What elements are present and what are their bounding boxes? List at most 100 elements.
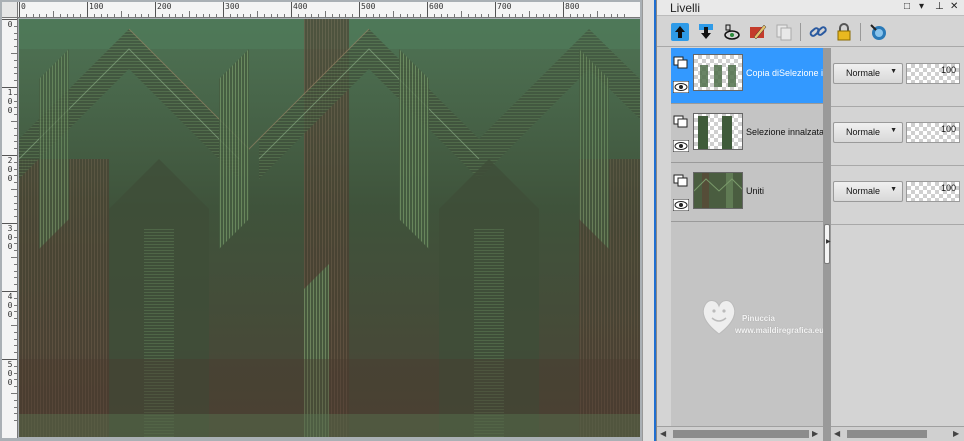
ruler-minor-tick <box>14 284 17 286</box>
ruler-minor-tick <box>66 14 68 17</box>
panel-options-icon[interactable]: □ <box>904 1 910 13</box>
ruler-minor-tick <box>263 14 265 17</box>
move-layer-down-icon[interactable] <box>696 22 716 42</box>
ruler-minor-tick <box>11 189 17 190</box>
blend-mode-select[interactable]: Normale ▼ <box>833 122 903 143</box>
move-layer-up-icon[interactable] <box>670 22 690 42</box>
opacity-field[interactable]: 100 <box>906 122 960 143</box>
edit-selection-icon[interactable] <box>748 22 768 42</box>
layer-group-icon[interactable] <box>673 56 689 70</box>
ruler-minor-tick <box>624 14 626 17</box>
opacity-field[interactable]: 100 <box>906 63 960 84</box>
ruler-minor-tick <box>14 365 17 367</box>
ruler-label: 0 <box>7 301 13 310</box>
ruler-minor-tick <box>229 14 231 17</box>
ruler-minor-tick <box>467 14 469 17</box>
blend-mode-select[interactable]: Normale ▼ <box>833 63 903 84</box>
ruler-minor-tick <box>14 372 17 374</box>
ruler-minor-tick <box>454 14 456 17</box>
layers-panel: Livelli □ ▾ ⊥ ✕ Copia diSelezione Selezi… <box>656 0 964 441</box>
ruler-minor-tick <box>325 11 326 17</box>
panel-menu-icon[interactable]: ▾ <box>919 1 924 13</box>
layer-row-uniti[interactable]: Uniti <box>671 166 823 222</box>
ruler-minor-tick <box>372 14 374 17</box>
opacity-value: 100 <box>940 124 956 134</box>
ruler-minor-tick <box>127 14 129 17</box>
ruler-label: 700 <box>497 2 512 11</box>
ruler-minor-tick <box>610 14 612 17</box>
scroll-left-icon[interactable]: ◀ <box>660 429 666 439</box>
layer-properties-row: Normale ▼ 100 <box>831 48 964 107</box>
ruler-minor-tick <box>11 325 17 326</box>
scrollbar-thumb[interactable] <box>847 430 927 438</box>
image-canvas[interactable] <box>19 19 640 437</box>
watermark-name: Pinuccia <box>742 314 775 323</box>
panel-splitter[interactable]: ▶ <box>823 48 831 441</box>
ruler-vertical: 0100200300400500 <box>2 18 18 438</box>
properties-horizontal-scrollbar[interactable]: ◀ ▶ <box>831 426 964 441</box>
opacity-field[interactable]: 100 <box>906 181 960 202</box>
ruler-label: 0 <box>7 242 13 251</box>
chevron-right-icon: ▶ <box>826 239 831 245</box>
ruler-minor-tick <box>365 14 367 17</box>
splitter-handle[interactable]: ▶ <box>824 224 831 264</box>
ruler-minor-tick <box>447 14 449 17</box>
ruler-minor-tick <box>14 25 17 27</box>
ruler-minor-tick <box>257 11 258 17</box>
ruler-minor-tick <box>338 14 340 17</box>
chevron-down-icon: ▼ <box>890 186 897 193</box>
layer-properties-icon[interactable] <box>722 22 742 42</box>
ruler-label: 0 <box>7 174 13 183</box>
visibility-eye-icon[interactable] <box>672 80 690 94</box>
panel-close-icon[interactable]: ✕ <box>950 1 958 13</box>
visibility-eye-icon[interactable] <box>672 198 690 212</box>
scroll-right-icon[interactable]: ▶ <box>812 429 818 439</box>
ruler-label: 0 <box>7 369 13 378</box>
scroll-right-icon[interactable]: ▶ <box>953 429 959 439</box>
ruler-label: 4 <box>7 292 13 301</box>
opacity-value: 100 <box>940 65 956 75</box>
layer-mask-icon[interactable] <box>868 22 888 42</box>
scroll-left-icon[interactable]: ◀ <box>834 429 840 439</box>
ruler-minor-tick <box>413 14 415 17</box>
ruler-minor-tick <box>331 14 333 17</box>
layer-group-icon[interactable] <box>673 115 689 129</box>
ruler-minor-tick <box>100 14 102 17</box>
ruler-minor-tick <box>14 270 17 272</box>
layer-row-copia-selezione[interactable]: Copia diSelezione innalzata <box>671 48 823 104</box>
ruler-minor-tick <box>549 14 551 17</box>
scrollbar-thumb[interactable] <box>673 430 809 438</box>
ruler-tick <box>359 2 360 17</box>
ruler-minor-tick <box>11 53 17 54</box>
canvas-vertical-scrollbar[interactable] <box>642 0 654 441</box>
layers-horizontal-scrollbar[interactable]: ◀ ▶ <box>657 426 823 441</box>
ruler-minor-tick <box>529 11 530 17</box>
ruler-label: 2 <box>7 156 13 165</box>
ruler-minor-tick <box>597 11 598 17</box>
ruler-minor-tick <box>433 14 435 17</box>
ruler-minor-tick <box>14 148 17 150</box>
ruler-minor-tick <box>73 14 75 17</box>
ruler-minor-tick <box>14 80 17 82</box>
layer-group-icon[interactable] <box>673 174 689 188</box>
link-layers-icon[interactable] <box>808 22 828 42</box>
ruler-label: 100 <box>89 2 104 11</box>
layer-properties-row: Normale ▼ 100 <box>831 166 964 225</box>
ruler-minor-tick <box>14 209 17 211</box>
ruler-minor-tick <box>11 121 17 122</box>
ruler-tick <box>291 2 292 17</box>
duplicate-layer-icon[interactable] <box>774 22 794 42</box>
layer-row-selezione-innalzata[interactable]: Selezione innalzata <box>671 107 823 163</box>
panel-pin-icon[interactable]: ⊥ <box>935 1 944 13</box>
ruler-minor-tick <box>236 14 238 17</box>
visibility-eye-icon[interactable] <box>672 139 690 153</box>
ruler-minor-tick <box>107 14 109 17</box>
ruler-minor-tick <box>14 168 17 170</box>
ruler-minor-tick <box>14 236 17 238</box>
ruler-minor-tick <box>14 100 17 102</box>
lock-transparency-icon[interactable] <box>834 22 854 42</box>
blend-mode-select[interactable]: Normale ▼ <box>833 181 903 202</box>
ruler-minor-tick <box>14 161 17 163</box>
ruler-minor-tick <box>14 46 17 48</box>
watermark-url: www.maildiregrafica.eu <box>735 326 825 335</box>
